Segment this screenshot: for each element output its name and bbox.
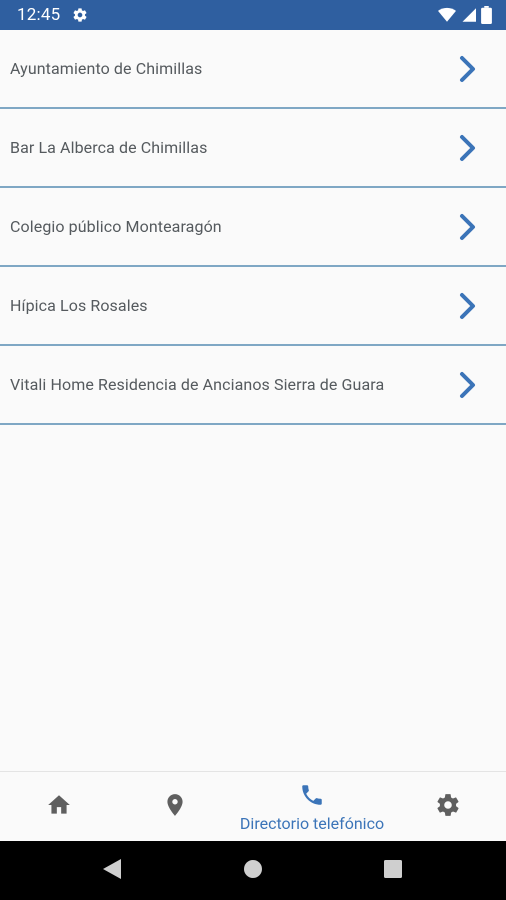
chevron-right-icon <box>457 213 479 241</box>
home-circle-icon <box>243 859 263 883</box>
battery-icon <box>481 6 492 24</box>
list-item[interactable]: Vitali Home Residencia de Ancianos Sierr… <box>0 346 506 425</box>
list-item-label: Ayuntamiento de Chimillas <box>10 59 203 78</box>
nav-directory-label: Directorio telefónico <box>239 813 385 833</box>
recents-square-icon <box>384 859 402 882</box>
bottom-navigation: Directorio telefónico <box>0 771 506 841</box>
list-item[interactable]: Bar La Alberca de Chimillas <box>0 109 506 188</box>
system-recents-button[interactable] <box>363 841 423 900</box>
list-item-label: Bar La Alberca de Chimillas <box>10 138 208 157</box>
list-item[interactable]: Ayuntamiento de Chimillas <box>0 30 506 109</box>
directory-list: Ayuntamiento de Chimillas Bar La Alberca… <box>0 30 506 425</box>
signal-icon <box>461 7 476 23</box>
chevron-right-icon <box>457 371 479 399</box>
phone-icon <box>299 782 325 812</box>
list-item[interactable]: Colegio público Montearagón <box>0 188 506 267</box>
status-time: 12:45 <box>17 5 61 25</box>
wifi-icon <box>438 7 456 23</box>
home-icon <box>46 792 72 822</box>
list-item-label: Hípica Los Rosales <box>10 296 148 315</box>
list-item-label: Vitali Home Residencia de Ancianos Sierr… <box>10 375 385 394</box>
gear-icon <box>435 792 461 822</box>
system-back-button[interactable] <box>82 841 142 900</box>
back-triangle-icon <box>102 858 122 884</box>
system-navigation-bar <box>0 841 506 900</box>
chevron-right-icon <box>457 55 479 83</box>
list-item-label: Colegio público Montearagón <box>10 217 222 236</box>
location-pin-icon <box>162 792 188 822</box>
nav-directory-button[interactable]: Directorio telefónico <box>230 772 394 842</box>
list-item[interactable]: Hípica Los Rosales <box>0 267 506 346</box>
status-icons <box>438 6 492 24</box>
settings-icon <box>72 6 90 24</box>
chevron-right-icon <box>457 134 479 162</box>
nav-settings-button[interactable] <box>416 772 480 842</box>
nav-home-button[interactable] <box>27 772 91 842</box>
nav-location-button[interactable] <box>143 772 207 842</box>
chevron-right-icon <box>457 292 479 320</box>
status-bar: 12:45 <box>0 0 506 30</box>
system-home-button[interactable] <box>223 841 283 900</box>
